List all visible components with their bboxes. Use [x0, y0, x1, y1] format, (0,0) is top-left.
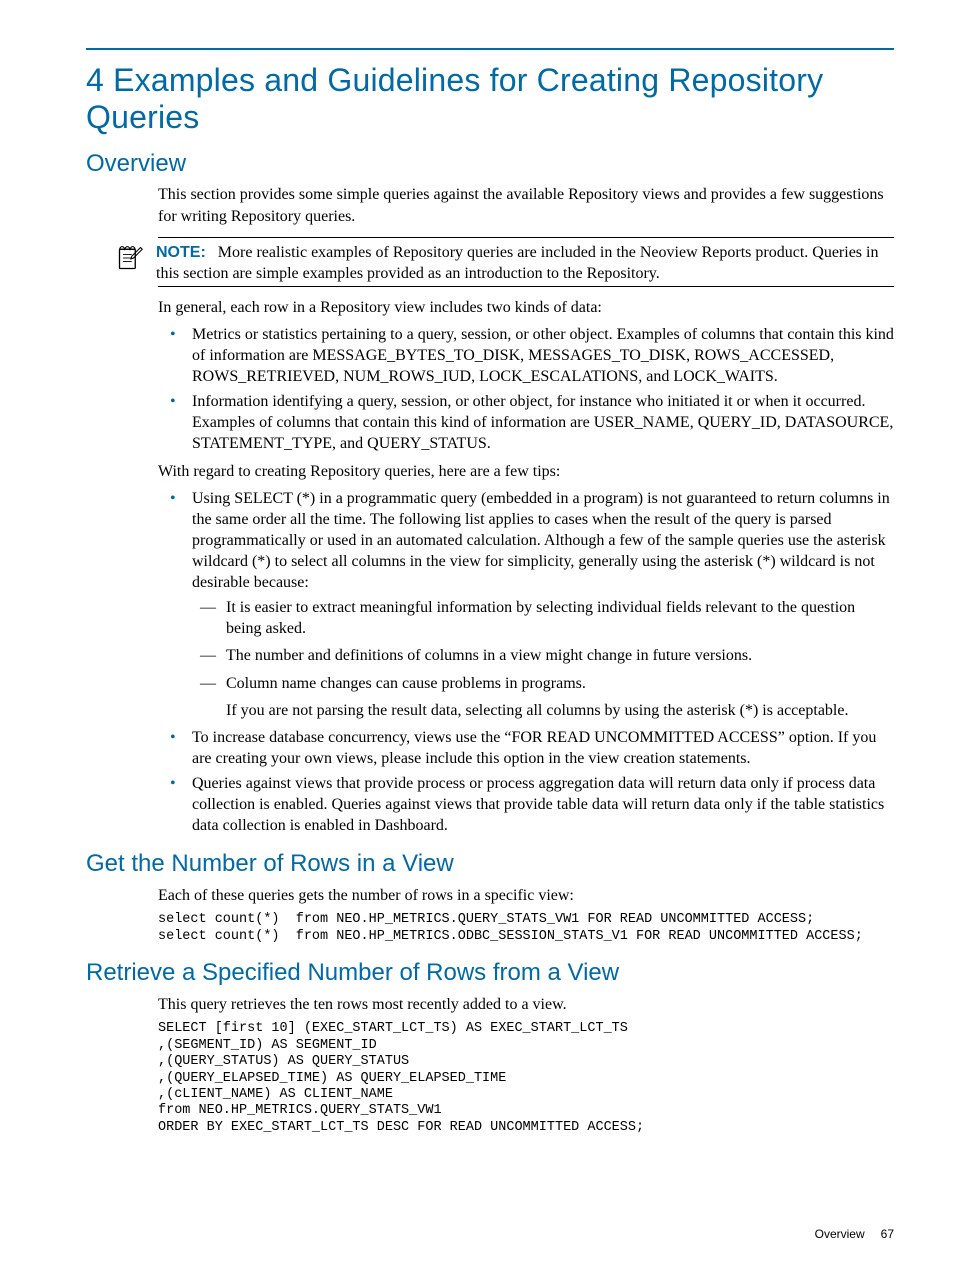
list-item: Using SELECT (*) in a programmatic query… [158, 488, 894, 721]
list-item: The number and definitions of columns in… [192, 645, 894, 666]
code-block-retrieve: SELECT [first 10] (EXEC_START_LCT_TS) AS… [158, 1021, 894, 1136]
notebook-pencil-icon [116, 244, 144, 272]
section-overview-heading: Overview [86, 150, 894, 179]
tips-intro: With regard to creating Repository queri… [158, 461, 894, 482]
note-label: NOTE: [156, 244, 206, 261]
section-get-rows-heading: Get the Number of Rows in a View [86, 850, 894, 879]
list-item: To increase database concurrency, views … [158, 727, 894, 769]
page-footer: Overview 67 [815, 1227, 894, 1241]
list-item: Column name changes can cause problems i… [192, 673, 894, 694]
page: 4 Examples and Guidelines for Creating R… [0, 0, 954, 1271]
retrieve-body: This query retrieves the ten rows most r… [158, 994, 894, 1136]
top-rule [86, 48, 894, 50]
footer-page-number: 67 [881, 1227, 894, 1241]
note-bottom-rule [158, 286, 894, 287]
retrieve-intro: This query retrieves the ten rows most r… [158, 994, 894, 1015]
footer-label: Overview [815, 1227, 865, 1241]
tip1-after: If you are not parsing the result data, … [226, 700, 894, 721]
overview-intro: This section provides some simple querie… [158, 184, 894, 226]
get-rows-intro: Each of these queries gets the number of… [158, 885, 894, 906]
get-rows-body: Each of these queries gets the number of… [158, 885, 894, 945]
note-text: More realistic examples of Repository qu… [156, 244, 878, 282]
code-block-get-rows: select count(*) from NEO.HP_METRICS.QUER… [158, 912, 894, 945]
list-item: Information identifying a query, session… [158, 391, 894, 454]
list-item: It is easier to extract meaningful infor… [192, 597, 894, 639]
tips-list: Using SELECT (*) in a programmatic query… [158, 488, 894, 837]
chapter-title: 4 Examples and Guidelines for Creating R… [86, 62, 894, 136]
note-block: NOTE:More realistic examples of Reposito… [158, 237, 894, 287]
kinds-list: Metrics or statistics pertaining to a qu… [158, 324, 894, 455]
para-two-kinds: In general, each row in a Repository vie… [158, 297, 894, 318]
note-top-rule [158, 237, 894, 238]
section-retrieve-heading: Retrieve a Specified Number of Rows from… [86, 959, 894, 988]
list-item: Metrics or statistics pertaining to a qu… [158, 324, 894, 387]
tip1-text: Using SELECT (*) in a programmatic query… [192, 490, 890, 591]
tip1-sublist: It is easier to extract meaningful infor… [192, 597, 894, 693]
overview-body: This section provides some simple querie… [158, 184, 894, 836]
list-item: Queries against views that provide proce… [158, 773, 894, 836]
note-icon [116, 242, 156, 277]
